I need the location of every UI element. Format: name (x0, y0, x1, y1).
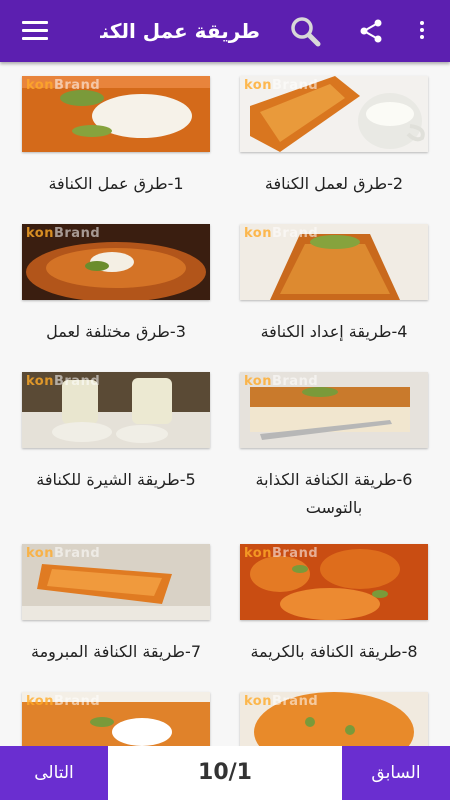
list-item[interactable]: konBrand 7-طريقة الكنافة المبرومة (22, 544, 210, 666)
menu-icon[interactable] (22, 21, 48, 41)
item-label[interactable]: 8-طريقة الكنافة بالكريمة (240, 638, 428, 666)
list-item[interactable]: konBrand 5-طريقة الشيرة للكنافة (22, 372, 210, 494)
recipe-image: konBrand (22, 544, 210, 620)
list-item[interactable]: konBrand 8-طريقة الكنافة بالكريمة (240, 544, 428, 666)
watermark-logo: konBrand (244, 374, 319, 389)
recipe-image: konBrand (22, 76, 210, 152)
item-label[interactable]: 1-طرق عمل الكنافة (22, 170, 210, 198)
recipe-image: konBrand (240, 76, 428, 152)
item-label[interactable]: 5-طريقة الشيرة للكنافة (22, 466, 210, 494)
watermark-logo: konBrand (244, 226, 319, 241)
more-vert-icon[interactable] (414, 18, 430, 44)
recipe-image: konBrand (240, 224, 428, 300)
list-item[interactable]: konBrand 1-طرق عمل الكنافة (22, 76, 210, 198)
watermark-logo: konBrand (26, 546, 101, 561)
recipe-image: konBrand (22, 224, 210, 300)
list-item[interactable]: konBrand 2-طرق لعمل الكنافة (240, 76, 428, 198)
list-item[interactable]: konBrand 3-طرق مختلفة لعمل (22, 224, 210, 346)
page-title: طريقة عمل الكنا... (100, 19, 260, 43)
recipe-image: konBrand (22, 372, 210, 448)
share-icon[interactable] (358, 18, 384, 44)
recipe-image: konBrand (240, 544, 428, 620)
item-label[interactable]: 3-طرق مختلفة لعمل (22, 318, 210, 346)
item-label[interactable]: 2-طرق لعمل الكنافة (240, 170, 428, 198)
watermark-logo: konBrand (244, 546, 319, 561)
item-label[interactable]: 4-طريقة إعداد الكنافة (240, 318, 428, 346)
item-label[interactable]: 7-طريقة الكنافة المبرومة (22, 638, 210, 666)
watermark-logo: konBrand (244, 694, 319, 709)
watermark-logo: konBrand (244, 78, 319, 93)
list-item[interactable]: konBrand 6-طريقة الكنافة الكذابة بالتوست (240, 372, 428, 522)
previous-button[interactable]: السابق (342, 746, 450, 800)
next-button[interactable]: التالى (0, 746, 108, 800)
watermark-logo: konBrand (26, 694, 101, 709)
app-bar: طريقة عمل الكنا... (0, 0, 450, 62)
watermark-logo: konBrand (26, 78, 101, 93)
pagination-bar: التالى 10/1 السابق (0, 746, 450, 800)
watermark-logo: konBrand (26, 226, 101, 241)
search-icon[interactable] (289, 15, 321, 47)
item-label[interactable]: 6-طريقة الكنافة الكذابة بالتوست (240, 466, 428, 522)
recipe-image: konBrand (240, 372, 428, 448)
list-item[interactable]: konBrand 4-طريقة إعداد الكنافة (240, 224, 428, 346)
page-indicator: 10/1 (198, 760, 252, 785)
watermark-logo: konBrand (26, 374, 101, 389)
